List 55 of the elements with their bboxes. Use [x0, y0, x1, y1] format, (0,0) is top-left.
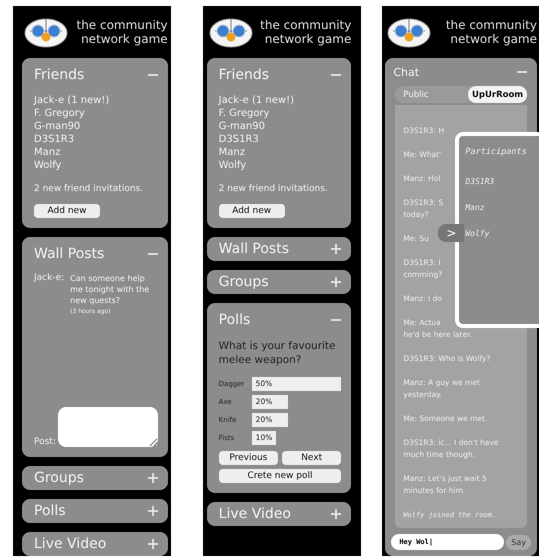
friend-name[interactable]: F. Gregory [34, 107, 158, 120]
panel-title[interactable]: Live Video [34, 536, 106, 552]
panel-title[interactable]: Groups [218, 274, 269, 290]
app-title: the community network game [75, 18, 168, 46]
post-text: Can someone help me tonight with the new quests? [70, 274, 150, 305]
participant-name[interactable]: D3S1R3 [465, 176, 539, 188]
logo-icon [387, 16, 432, 48]
post-field[interactable] [58, 407, 158, 447]
chat-tab[interactable]: UpUrRoom [468, 86, 527, 103]
add-new-button[interactable]: Add new [218, 204, 285, 218]
plus-icon[interactable] [148, 506, 158, 516]
logo-icon [24, 16, 68, 48]
friend-name[interactable]: Manz [218, 146, 342, 159]
post-author: Jack-e: [34, 273, 64, 285]
panel-title[interactable]: Live Video [218, 506, 291, 522]
friend-name[interactable]: G-man90 [34, 120, 158, 133]
post-label: Post: [34, 437, 56, 447]
panel-title[interactable]: Polls [218, 312, 250, 328]
toggle-button[interactable]: > [438, 224, 464, 242]
friend-name[interactable]: Wolfy [218, 159, 342, 172]
panel-title[interactable]: Wall Posts [218, 241, 290, 257]
plus-icon[interactable] [148, 473, 158, 483]
app-title: the community network game [259, 18, 352, 46]
panel-title[interactable]: Friends [34, 67, 84, 83]
plus-icon[interactable] [331, 509, 342, 519]
chat-tab[interactable]: Public [395, 86, 468, 103]
friend-name[interactable]: Manz [34, 146, 158, 159]
plus-icon[interactable] [331, 244, 342, 254]
friend-name[interactable]: Jack-e (1 new!) [218, 94, 342, 107]
plus-icon[interactable] [331, 277, 342, 287]
panel-title[interactable]: Wall Posts [34, 246, 104, 262]
say-button[interactable]: Say [506, 534, 531, 550]
friend-name[interactable]: G-man90 [218, 120, 342, 133]
participants-title: Participants [465, 146, 528, 158]
panel-title[interactable]: Groups [34, 470, 84, 486]
poll-nav-button[interactable]: Previous [218, 451, 278, 465]
add-new-button[interactable]: Add new [34, 204, 100, 218]
friend-name[interactable]: Wolfy [34, 159, 158, 172]
logo-icon [208, 16, 253, 48]
panel-title[interactable]: Friends [218, 67, 270, 83]
invitation-note: 2 new friend invitations. [34, 184, 144, 194]
friend-name[interactable]: Jack-e (1 new!) [34, 94, 158, 107]
participant-name[interactable]: Manz [465, 202, 539, 214]
plus-icon[interactable] [148, 539, 158, 549]
poll-question: What is your favourite melee weapon? [218, 339, 337, 367]
panel-title[interactable]: Polls [34, 503, 66, 519]
friend-name[interactable]: D3S1R3 [218, 133, 342, 146]
friend-name[interactable]: F. Gregory [218, 107, 342, 120]
friend-name[interactable]: D3S1R3 [34, 133, 158, 146]
poll-nav-button[interactable]: Next [282, 451, 342, 465]
panel-title[interactable]: Chat [393, 66, 420, 78]
invitation-note: 2 new friend invitations. [218, 184, 329, 194]
app-title: the community network game [444, 18, 537, 46]
create-poll-button[interactable]: Crete new poll [218, 469, 342, 483]
participant-name[interactable]: Wolfy [465, 228, 539, 240]
